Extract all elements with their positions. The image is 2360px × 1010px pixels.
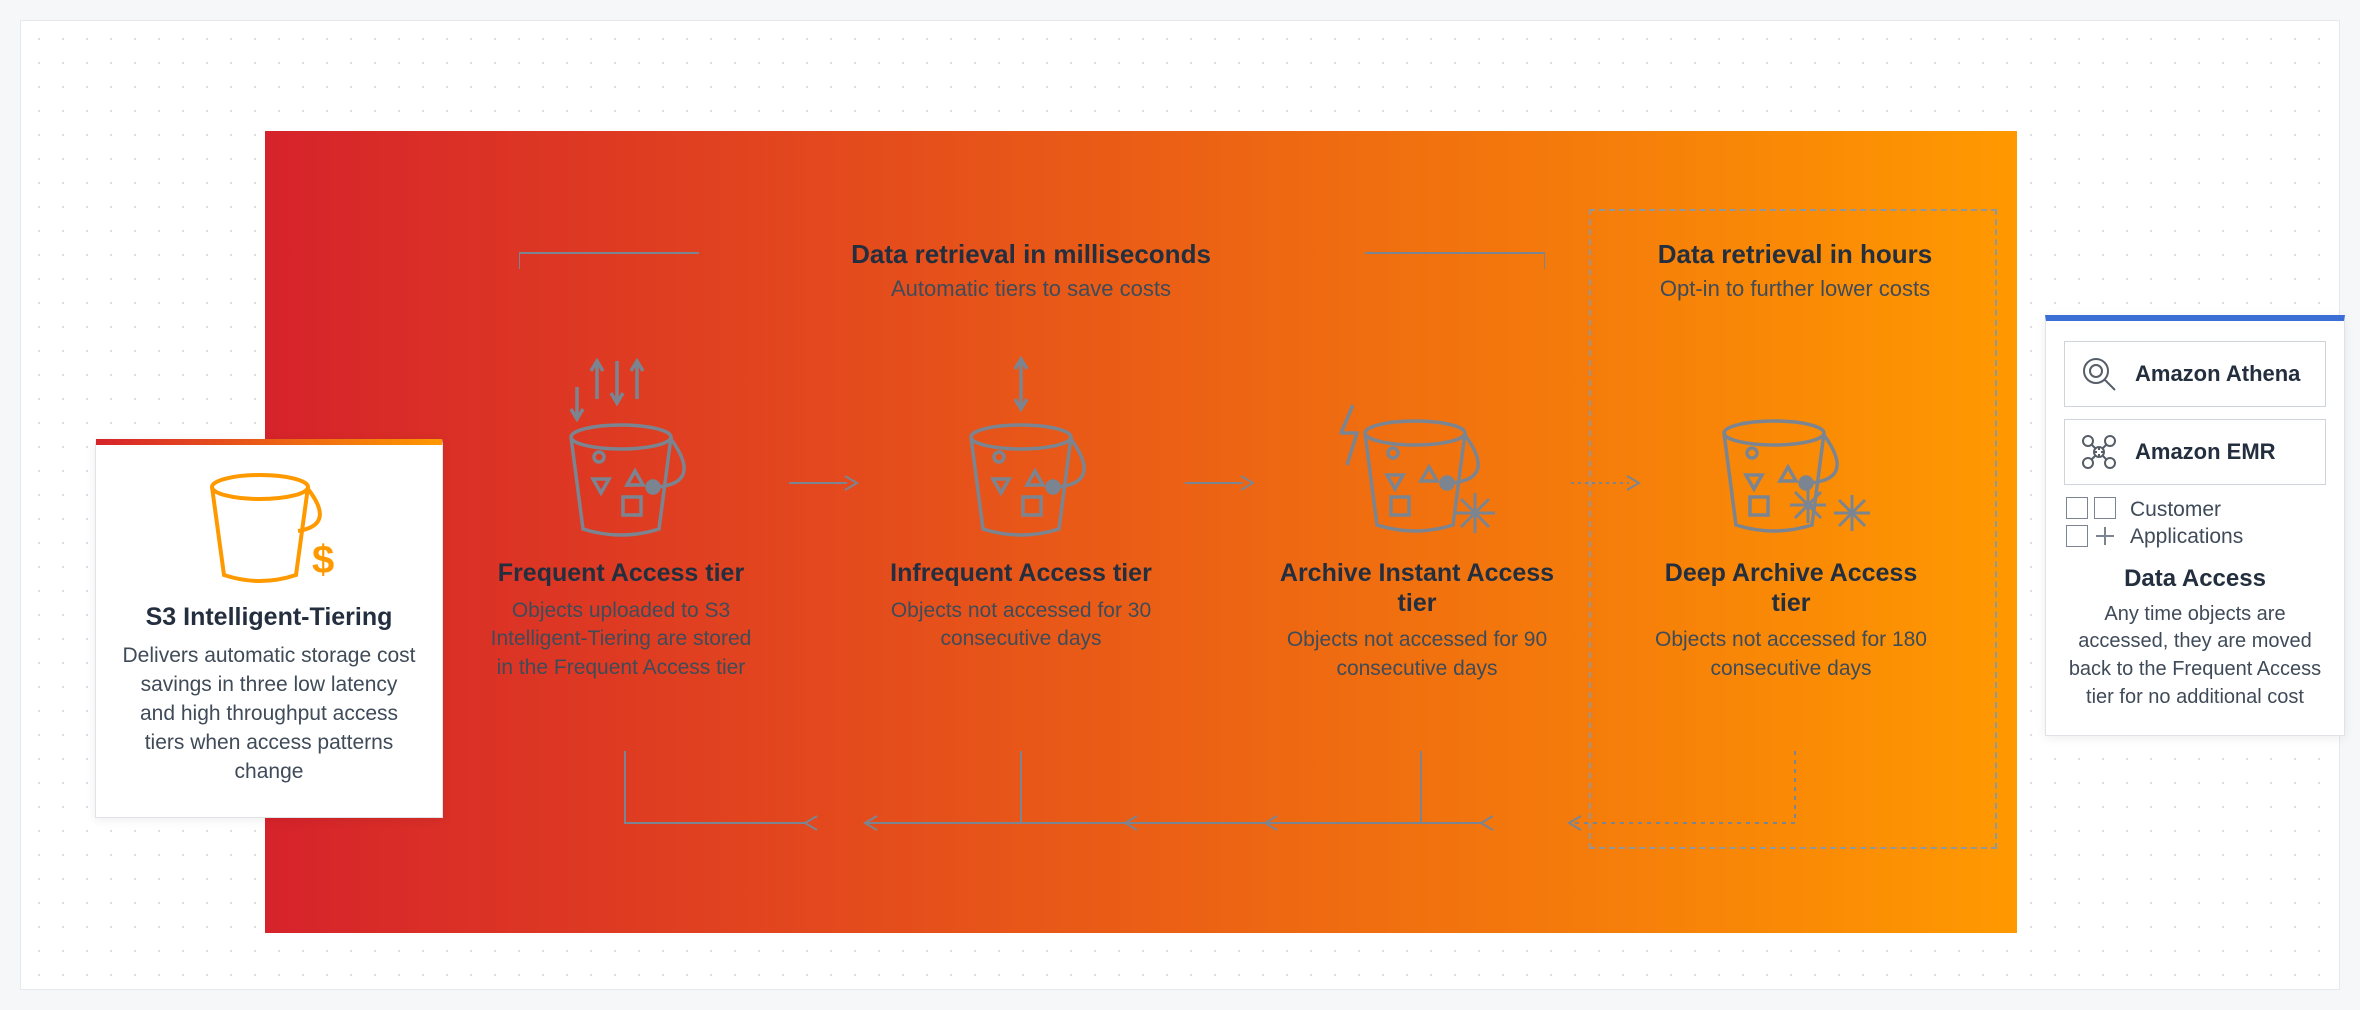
ms-header-sub: Automatic tiers to save costs	[721, 276, 1341, 302]
s3-tiering-desc: Delivers automatic storage cost savings …	[122, 642, 416, 787]
tier-infrequent-desc: Objects not accessed for 30 consecutive …	[881, 597, 1161, 655]
bucket-archive-instant-icon	[1277, 351, 1557, 541]
bracket-right-icon	[1365, 251, 1545, 269]
bucket-infrequent-icon	[881, 351, 1161, 541]
tier-deep-archive-title: Deep Archive Access tier	[1651, 559, 1931, 618]
tier-archive-instant: Archive Instant Access tier Objects not …	[1277, 351, 1557, 684]
tier-infrequent: Infrequent Access tier Objects not acces…	[881, 351, 1161, 654]
customer-apps-row: Customer Applications	[2066, 497, 2326, 551]
ms-header: Data retrieval in milliseconds Automatic…	[721, 239, 1341, 302]
hrs-header: Data retrieval in hours Opt-in to furthe…	[1635, 239, 1955, 302]
customer-apps-label: Customer Applications	[2130, 497, 2243, 551]
bracket-left-icon	[519, 251, 699, 269]
data-access-title: Data Access	[2064, 565, 2326, 593]
tier-infrequent-title: Infrequent Access tier	[881, 559, 1161, 589]
tier-frequent: Frequent Access tier Objects uploaded to…	[481, 351, 761, 683]
hrs-header-sub: Opt-in to further lower costs	[1635, 276, 1955, 302]
athena-icon	[2077, 352, 2121, 396]
tier-deep-archive: Deep Archive Access tier Objects not acc…	[1651, 351, 1931, 684]
arrow-right-1-icon	[787, 473, 861, 493]
hrs-header-title: Data retrieval in hours	[1635, 239, 1955, 270]
diagram-canvas: Data retrieval in milliseconds Automatic…	[20, 20, 2340, 990]
customer-apps-icon	[2066, 497, 2116, 547]
s3-tiering-card: $ S3 Intelligent-Tiering Delivers automa…	[95, 439, 443, 818]
tier-frequent-title: Frequent Access tier	[481, 559, 761, 589]
tier-archive-instant-title: Archive Instant Access tier	[1277, 559, 1557, 618]
ms-header-title: Data retrieval in milliseconds	[721, 239, 1341, 270]
arrow-right-2-icon	[1183, 473, 1257, 493]
tier-archive-instant-desc: Objects not accessed for 90 consecutive …	[1277, 626, 1557, 684]
svg-text:$: $	[312, 538, 334, 582]
service-emr: Amazon EMR	[2064, 419, 2326, 485]
tier-frequent-desc: Objects uploaded to S3 Intelligent-Tieri…	[481, 597, 761, 684]
bucket-frequent-icon	[481, 351, 761, 541]
data-access-card: Amazon Athena Amazon EMR Cu	[2045, 315, 2345, 736]
arrow-right-3-dashed-icon	[1569, 473, 1643, 493]
return-path-icon	[561, 751, 1821, 843]
tier-deep-archive-desc: Objects not accessed for 180 consecutive…	[1651, 626, 1931, 684]
athena-label: Amazon Athena	[2135, 361, 2300, 387]
emr-label: Amazon EMR	[2135, 439, 2276, 465]
data-access-desc: Any time objects are accessed, they are …	[2064, 601, 2326, 711]
bucket-deep-archive-icon	[1651, 351, 1931, 541]
emr-icon	[2077, 430, 2121, 474]
s3-tiering-title: S3 Intelligent-Tiering	[122, 603, 416, 632]
s3-bucket-dollar-icon: $	[122, 471, 416, 589]
service-athena: Amazon Athena	[2064, 341, 2326, 407]
